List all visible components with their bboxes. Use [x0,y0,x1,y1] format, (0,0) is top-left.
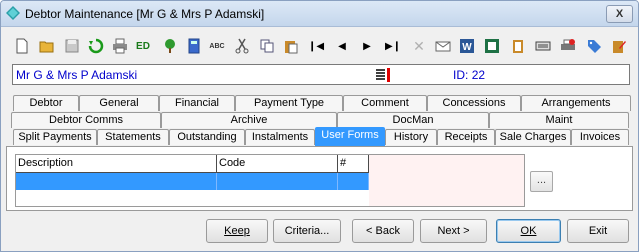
ok-button[interactable]: OK [496,219,561,243]
paste-icon[interactable] [282,37,300,55]
tab-invoices[interactable]: Invoices [571,129,629,145]
next-label: Next > [437,225,470,237]
email-icon[interactable] [434,37,452,55]
tab-financial[interactable]: Financial [159,95,235,111]
previous-record-icon[interactable]: ◀ [333,37,351,55]
word-icon[interactable]: W [458,37,476,55]
clipboard-icon[interactable] [509,37,527,55]
close-button[interactable]: X [606,5,633,23]
next-button[interactable]: Next > [420,219,487,243]
excel-icon[interactable] [483,37,501,55]
tab-arrangements[interactable]: Arrangements [521,95,631,111]
keyboard-icon[interactable] [534,37,552,55]
tab-history[interactable]: History [385,129,437,145]
debtor-id-label: ID: [453,68,469,82]
tab-general[interactable]: General [79,95,159,111]
tab-maint[interactable]: Maint [489,112,629,128]
debtor-maintenance-window: Debtor Maintenance [Mr G & Mrs P Adamski… [0,0,639,252]
grid-cell-number[interactable] [338,173,369,190]
exit-label: Exit [588,225,608,237]
back-button[interactable]: < Back [352,219,414,243]
tab-sale-charges[interactable]: Sale Charges [495,129,571,145]
notes-flag-icon[interactable] [375,68,391,82]
grid-empty-area [369,155,524,206]
save-icon[interactable] [63,37,81,55]
tab-statements[interactable]: Statements [97,129,169,145]
column-header-description[interactable]: Description [16,155,217,173]
window-title: Debtor Maintenance [Mr G & Mrs P Adamski… [25,7,265,21]
toolbar: ED ABC ❙◀ ◀ ▶ ▶❙ ✕ W [1,28,638,62]
tree-icon[interactable] [161,37,179,55]
refresh-icon[interactable] [87,37,105,55]
tab-debtor-comms[interactable]: Debtor Comms [11,112,161,128]
calculator-icon[interactable] [185,37,203,55]
cut-icon[interactable] [233,37,251,55]
debtor-info-bar: Mr G & Mrs P Adamski ID: 22 [12,64,630,85]
tag-icon[interactable] [585,37,603,55]
edit-note-icon[interactable] [610,37,628,55]
last-record-icon[interactable]: ▶❙ [384,37,402,55]
tab-instalments[interactable]: Instalments [245,129,315,145]
tab-strip: Debtor General Financial Payment Type Co… [1,89,638,149]
new-icon[interactable] [13,37,31,55]
criteria-button[interactable]: Criteria... [273,219,341,243]
button-bar: Keep Criteria... < Back Next > OK Exit [1,215,638,251]
ok-label: OK [520,225,537,237]
title-bar[interactable]: Debtor Maintenance [Mr G & Mrs P Adamski… [1,1,638,27]
keep-label: Keep [224,225,250,237]
tab-outstanding[interactable]: Outstanding [169,129,245,145]
back-label: < Back [366,225,400,237]
debtor-id: ID: 22 [453,68,485,82]
printer-settings-icon[interactable] [559,37,577,55]
tab-receipts[interactable]: Receipts [437,129,495,145]
app-diamond-icon [6,6,20,20]
spellcheck-icon[interactable]: ABC [208,37,226,55]
next-record-icon[interactable]: ▶ [358,37,376,55]
browse-button[interactable]: ... [530,171,553,192]
user-forms-grid[interactable]: Description Code # [15,154,525,207]
user-forms-panel: Description Code # ... [6,146,633,211]
copy-icon[interactable] [258,37,276,55]
tab-archive[interactable]: Archive [161,112,337,128]
grid-cell-description[interactable] [16,173,217,190]
open-folder-icon[interactable] [38,37,56,55]
svg-text:W: W [462,42,472,53]
tab-split-payments[interactable]: Split Payments [13,129,97,145]
tab-payment-type[interactable]: Payment Type [235,95,343,111]
tab-docman[interactable]: DocMan [337,112,489,128]
print-icon[interactable] [111,37,129,55]
tab-debtor[interactable]: Debtor [13,95,79,111]
keep-button[interactable]: Keep [206,219,268,243]
criteria-label: Criteria... [284,225,330,237]
column-header-code[interactable]: Code [217,155,338,173]
ed-icon[interactable]: ED [134,37,152,55]
grid-cell-code[interactable] [217,173,338,190]
column-header-number[interactable]: # [338,155,369,173]
exit-button[interactable]: Exit [567,219,629,243]
debtor-name: Mr G & Mrs P Adamski [16,68,138,82]
tab-concessions[interactable]: Concessions [427,95,521,111]
tab-comment[interactable]: Comment [343,95,427,111]
delete-icon[interactable]: ✕ [410,37,428,55]
first-record-icon[interactable]: ❙◀ [307,37,325,55]
tab-user-forms[interactable]: User Forms [315,127,385,146]
debtor-id-value: 22 [471,68,486,82]
